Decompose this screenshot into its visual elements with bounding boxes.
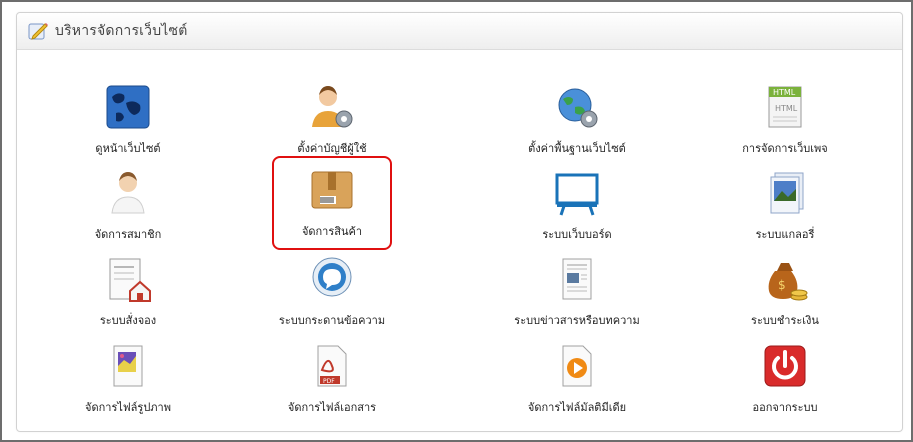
webboard-icon xyxy=(555,173,599,216)
tile-website-settings[interactable]: ตั้งค่าพื้นฐานเว็บไซต์ xyxy=(477,79,677,159)
product-box-icon xyxy=(311,171,353,209)
tile-multimedia-files[interactable]: จัดการไฟล์มัลติมีเดีย xyxy=(477,338,677,418)
tile-webboard[interactable]: ระบบเว็บบอร์ด xyxy=(477,165,677,245)
tile-label: จัดการไฟล์มัลติมีเดีย xyxy=(527,401,627,414)
web-settings-icon xyxy=(558,88,598,128)
user-settings-icon xyxy=(312,86,353,128)
tile-product-management[interactable]: จัดการสินค้า xyxy=(272,156,392,250)
tile-label: ระบบเว็บบอร์ด xyxy=(542,228,612,241)
tile-label: ตั้งค่าบัญชีผู้ใช้ xyxy=(297,142,367,155)
tile-webpage-management[interactable]: HTML HTML การจัดการเว็บเพจ xyxy=(685,79,885,159)
booking-icon xyxy=(109,258,151,302)
tile-document-files[interactable]: PDF จัดการไฟล์เอกสาร xyxy=(232,338,432,418)
media-file-icon xyxy=(562,345,592,387)
image-file-icon xyxy=(113,345,143,387)
tile-news-articles[interactable]: ระบบข่าวสารหรือบทความ xyxy=(477,251,677,331)
tile-payment[interactable]: $ ระบบชำระเงิน xyxy=(685,251,885,331)
tile-label: ออกจากระบบ xyxy=(752,401,818,414)
panel-title: บริหารจัดการเว็บไซต์ xyxy=(55,23,188,39)
tile-label: ระบบสั่งจอง xyxy=(99,314,157,327)
tile-image-files[interactable]: จัดการไฟล์รูปภาพ xyxy=(28,338,228,418)
tile-gallery[interactable]: ระบบแกลอรี่ xyxy=(685,165,885,245)
tile-label: จัดการสมาชิก xyxy=(94,228,162,241)
tile-label: การจัดการเว็บเพจ xyxy=(742,142,828,155)
admin-panel: บริหารจัดการเว็บไซต์ ดูหน้าเว็บไซต์ ตั้ง… xyxy=(16,12,903,432)
menu-grid: ดูหน้าเว็บไซต์ ตั้งค่าบัญชีผู้ใช้ ตั้งค่… xyxy=(17,51,902,431)
tile-label: ดูหน้าเว็บไซต์ xyxy=(95,142,161,155)
tile-label: ระบบกระดานข้อความ xyxy=(278,314,386,327)
tile-label: จัดการสินค้า xyxy=(301,225,363,238)
tile-logout[interactable]: ออกจากระบบ xyxy=(685,338,885,418)
edit-pencil-icon xyxy=(28,23,48,40)
tile-view-website[interactable]: ดูหน้าเว็บไซต์ xyxy=(28,79,228,159)
svg-text:PDF: PDF xyxy=(323,378,335,385)
svg-text:HTML: HTML xyxy=(773,88,796,97)
tile-label: ระบบชำระเงิน xyxy=(751,314,819,327)
chat-bubble-icon xyxy=(312,257,352,297)
pdf-file-icon: PDF xyxy=(317,345,347,387)
tile-member-management[interactable]: จัดการสมาชิก xyxy=(28,165,228,245)
gallery-icon xyxy=(770,172,804,214)
html-page-icon: HTML HTML xyxy=(768,86,802,128)
tile-booking[interactable]: ระบบสั่งจอง xyxy=(28,251,228,331)
tile-label: จัดการไฟล์เอกสาร xyxy=(287,401,377,414)
panel-header: บริหารจัดการเว็บไซต์ xyxy=(17,13,902,50)
news-article-icon xyxy=(562,258,592,300)
tile-account-settings[interactable]: ตั้งค่าบัญชีผู้ใช้ xyxy=(232,79,432,159)
svg-text:$: $ xyxy=(778,278,786,292)
money-bag-icon: $ xyxy=(768,263,808,301)
globe-icon xyxy=(106,85,150,129)
power-icon xyxy=(764,345,806,387)
tile-label: ระบบข่าวสารหรือบทความ xyxy=(514,314,640,327)
window-frame: บริหารจัดการเว็บไซต์ ดูหน้าเว็บไซต์ ตั้ง… xyxy=(0,0,913,442)
member-icon xyxy=(111,172,145,214)
tile-label: ระบบแกลอรี่ xyxy=(755,228,815,241)
svg-text:HTML: HTML xyxy=(775,104,798,113)
tile-label: จัดการไฟล์รูปภาพ xyxy=(85,401,171,414)
tile-label: ตั้งค่าพื้นฐานเว็บไซต์ xyxy=(528,142,626,155)
tile-message-board[interactable]: ระบบกระดานข้อความ xyxy=(232,251,432,331)
